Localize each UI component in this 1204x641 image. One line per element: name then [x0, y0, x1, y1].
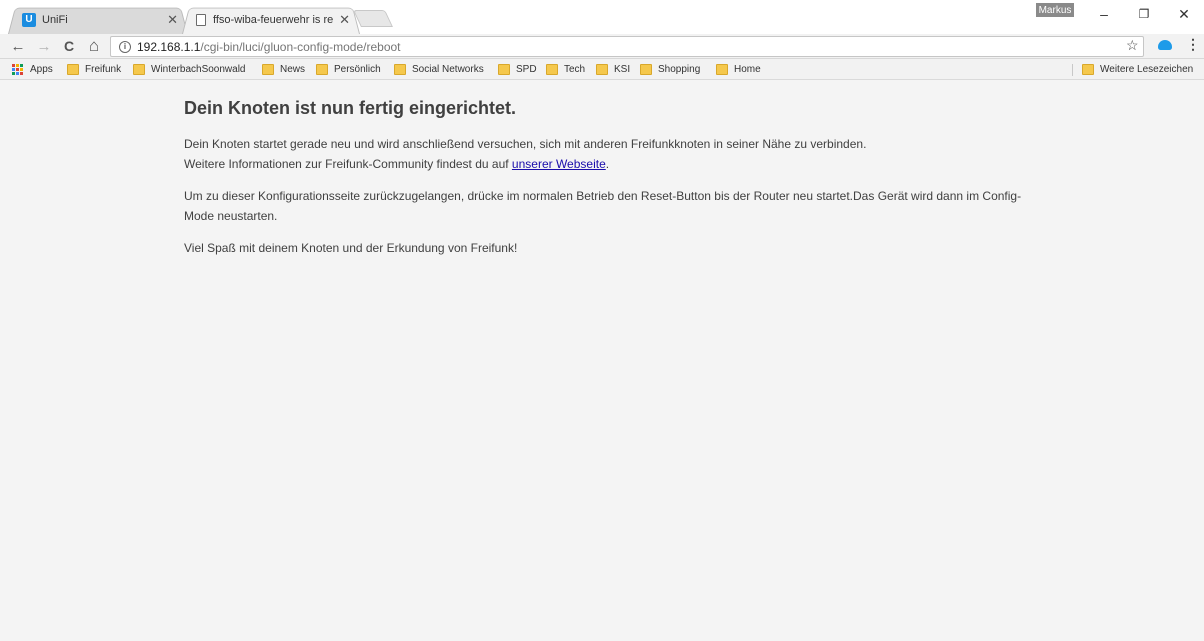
page-title: Dein Knoten ist nun fertig eingerichtet.	[184, 98, 517, 118]
bookmark-label: Persönlich	[334, 64, 381, 75]
website-link[interactable]: unserer Webseite	[512, 157, 606, 171]
folder-icon	[640, 64, 652, 75]
folder-icon	[1082, 64, 1094, 75]
paragraph-text: .	[605, 157, 610, 171]
tab-unifi[interactable]: U UniFi ✕	[8, 5, 188, 34]
folder-icon	[262, 64, 274, 75]
url-path: /cgi-bin/luci/gluon-config-mode/reboot	[200, 39, 401, 54]
bookmark-apps[interactable]: Apps	[12, 62, 53, 77]
window-close-icon[interactable]: ✕	[1164, 2, 1204, 26]
cloud-extension-icon[interactable]	[1158, 40, 1172, 50]
back-arrow-icon[interactable]: ←	[8, 36, 28, 56]
bookmarks-separator	[1072, 64, 1073, 76]
page-viewport: Dein Knoten ist nun fertig eingerichtet.…	[0, 80, 1204, 641]
bookmark-folder-other[interactable]: Weitere Lesezeichen	[1082, 62, 1193, 77]
bookmark-folder-ksi[interactable]: KSI	[596, 62, 630, 77]
bookmark-label: WinterbachSoonwald	[151, 64, 246, 75]
tab-ffso-wiba[interactable]: ffso-wiba-feuerwehr is re ✕	[182, 5, 360, 34]
main-content: Dein Knoten ist nun fertig eingerichtet.…	[184, 80, 1024, 258]
home-icon[interactable]: ⌂	[84, 36, 104, 56]
bookmark-label: Shopping	[658, 64, 701, 75]
star-icon[interactable]: ☆	[1126, 37, 1139, 54]
bookmark-folder-tech[interactable]: Tech	[546, 62, 585, 77]
folder-icon	[596, 64, 608, 75]
folder-icon	[498, 64, 510, 75]
bookmark-label: SPD	[516, 64, 537, 75]
bookmark-label: Weitere Lesezeichen	[1100, 64, 1194, 75]
folder-icon	[546, 64, 558, 75]
unifi-logo-icon: U	[22, 12, 36, 27]
tab-title: UniFi	[42, 13, 68, 26]
bookmark-folder-social-networks[interactable]: Social Networks	[394, 62, 484, 77]
close-icon[interactable]: ✕	[167, 12, 178, 28]
forward-arrow-icon[interactable]: →	[34, 36, 54, 56]
bookmark-folder-shopping[interactable]: Shopping	[640, 62, 700, 77]
bookmark-label: Home	[734, 64, 761, 75]
tab-title: ffso-wiba-feuerwehr is re	[213, 13, 334, 26]
info-icon[interactable]: i	[119, 40, 131, 53]
folder-icon	[316, 64, 328, 75]
reload-icon[interactable]: C	[59, 36, 79, 56]
bookmark-folder-persoenlich[interactable]: Persönlich	[316, 62, 381, 77]
document-icon	[196, 13, 206, 26]
paragraph-closing: Viel Spaß mit deinem Knoten und der Erku…	[184, 241, 518, 255]
bookmark-folder-news[interactable]: News	[262, 62, 305, 77]
new-tab-button[interactable]	[353, 10, 393, 27]
bookmark-folder-winterbachsoonwald[interactable]: WinterbachSoonwald	[133, 62, 246, 77]
url-host: 192.168.1.1	[137, 39, 201, 54]
bookmark-folder-spd[interactable]: SPD	[498, 62, 537, 77]
bookmark-label: Freifunk	[85, 64, 122, 75]
bookmark-label: Social Networks	[412, 64, 484, 75]
kebab-menu-icon[interactable]: ⋮	[1186, 36, 1200, 53]
restore-icon[interactable]: ❐	[1124, 2, 1164, 26]
folder-icon	[394, 64, 406, 75]
bookmark-folder-freifunk[interactable]: Freifunk	[67, 62, 121, 77]
bookmarks-bar: Apps Freifunk WinterbachSoonwald News Pe…	[0, 59, 1204, 80]
folder-icon	[716, 64, 728, 75]
apps-grid-icon	[12, 63, 24, 76]
close-icon[interactable]: ✕	[339, 12, 350, 28]
bookmark-label: Apps	[30, 64, 53, 75]
folder-icon	[67, 64, 79, 75]
folder-icon	[133, 64, 145, 75]
address-bar[interactable]: i 192.168.1.1/cgi-bin/luci/gluon-config-…	[110, 36, 1144, 57]
browser-toolbar: ← → C ⌂ i 192.168.1.1/cgi-bin/luci/gluon…	[0, 34, 1204, 59]
bookmark-label: Tech	[564, 64, 586, 75]
paragraph-text: Dein Knoten startet gerade neu und wird …	[184, 137, 867, 151]
profile-button[interactable]: Markus	[1036, 3, 1074, 17]
bookmark-label: KSI	[614, 64, 631, 75]
paragraph-text: Weitere Informationen zur Freifunk-Commu…	[184, 157, 512, 171]
paragraph-restart-info: Dein Knoten startet gerade neu und wird …	[184, 134, 1024, 174]
tab-strip: U UniFi ✕ ffso-wiba-feuerwehr is re ✕ Ma…	[0, 0, 1204, 34]
bookmark-label: News	[280, 64, 306, 75]
bookmark-folder-home[interactable]: Home	[716, 62, 761, 77]
paragraph-reset-info: Um zu dieser Konfigurationsseite zurückz…	[184, 189, 1022, 223]
minimize-icon[interactable]: –	[1084, 2, 1124, 26]
